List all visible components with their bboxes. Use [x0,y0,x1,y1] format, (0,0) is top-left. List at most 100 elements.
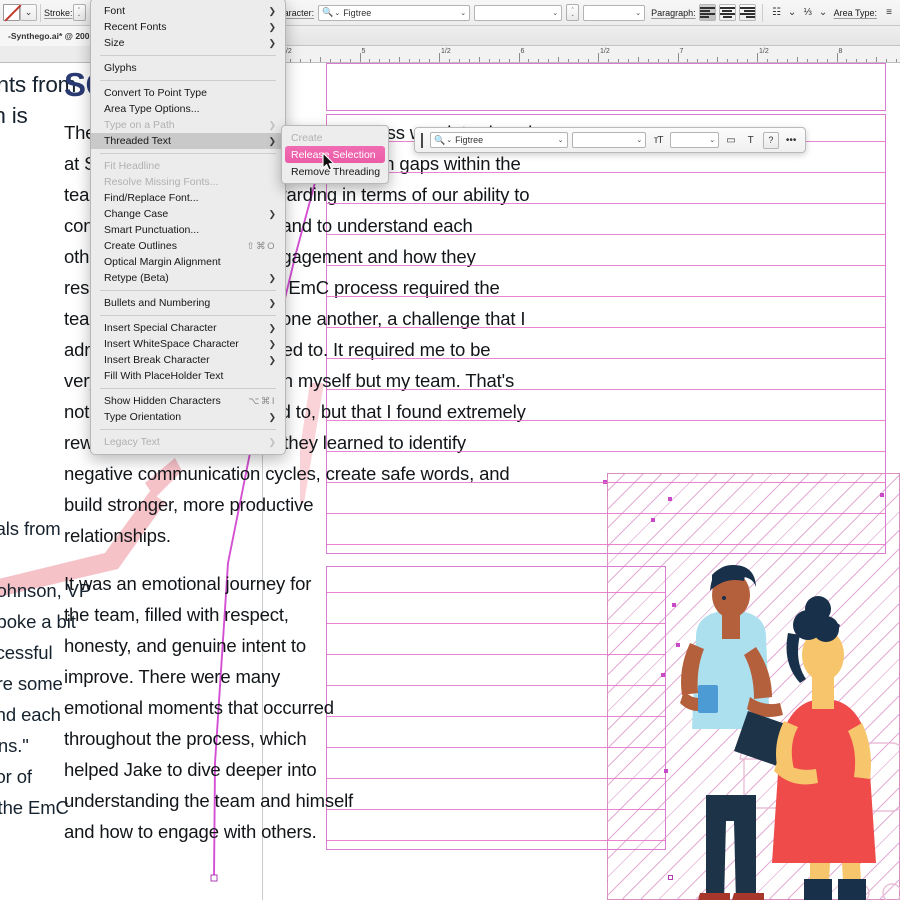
menu-item-label: Fit Headline [104,160,161,172]
people-illustration[interactable] [660,563,900,900]
chevron-down-icon[interactable]: ⌄ [633,136,642,144]
search-icon: 🔍 [433,134,446,145]
ruler-tick [478,57,480,62]
font-style-input[interactable]: ⌄ [474,4,563,21]
submenu-item-remove-threading[interactable]: Remove Threading [282,163,388,180]
text-selection-underline [327,716,665,717]
font-family-input[interactable]: 🔍 ⌄ Figtree ⌄ [318,4,471,21]
menu-item-threaded-text[interactable]: Threaded Text ❯ [91,133,285,149]
ruler-tick [816,59,818,62]
chevron-down-icon[interactable]: ⌄ [819,4,828,21]
ruler-tick [607,59,609,62]
menu-item-insert-special-character[interactable]: Insert Special Character ❯ [91,320,285,336]
paragraph-label[interactable]: Paragraph: [651,8,696,18]
menu-item-find-replace-font[interactable]: Find/Replace Font... [91,190,285,206]
align-right-icon[interactable] [738,4,756,21]
menu-item-label: Create Outlines [104,240,177,252]
ruler-tick [776,59,778,62]
menu-item-insert-whitespace-character[interactable]: Insert WhiteSpace Character ❯ [91,336,285,352]
menu-item-label: Font [104,5,126,17]
toolbar-drag-handle[interactable] [421,132,423,148]
stroke-stepper[interactable]: ⌃ ⌄ [72,4,86,21]
chevron-down-icon[interactable]: ⌄ [632,9,641,17]
path-anchor-point[interactable] [672,603,676,607]
path-anchor-point[interactable] [661,673,665,677]
more-options-icon[interactable]: ••• [783,132,799,149]
stroke-group: ⌄ Stroke: ⌃ ⌄ [0,0,89,25]
ruler-tick [429,59,431,62]
type-menu[interactable]: Font ❯ Recent Fonts ❯ Size ❯ Glyphs Conv… [90,0,286,455]
type-tool-icon[interactable]: T [743,132,759,149]
threaded-text-submenu[interactable]: Create Release Selection Remove Threadin… [281,125,389,184]
font-size-stepper[interactable]: ⌃ ⌄ [566,4,580,21]
menu-item-label: Recent Fonts [104,21,167,33]
ruler-tick [498,59,500,62]
path-anchor-point[interactable] [668,875,673,880]
menu-item-bullets-and-numbering[interactable]: Bullets and Numbering ❯ [91,295,285,311]
ruler-tick [448,59,450,62]
contextual-type-toolbar[interactable]: 🔍 ⌄ Figtree ⌄ ⌄ тT ⌄ ▭ T ? ••• [414,127,806,153]
menu-item-retype-beta[interactable]: Retype (Beta) ❯ [91,270,285,286]
menu-item-label: Find/Replace Font... [104,192,199,204]
path-anchor-point[interactable] [880,493,884,497]
area-type-label[interactable]: Area Type: [834,8,877,18]
menu-item-label: Glyphs [104,62,137,74]
path-anchor-point[interactable] [668,497,672,501]
ruler-label: 1/2 [600,48,610,55]
text-frame-icon[interactable]: ▭ [723,132,739,149]
stroke-label[interactable]: Stroke: [44,8,73,18]
menu-item-smart-punctuation[interactable]: Smart Punctuation... [91,222,285,238]
numbered-list-icon[interactable]: ⅓ [800,4,816,21]
menu-item-convert-to-point-type[interactable]: Convert To Point Type [91,85,285,101]
menu-item-area-type-options[interactable]: Area Type Options... [91,101,285,117]
float-font-family-input[interactable]: 🔍 ⌄ Figtree ⌄ [429,132,568,148]
menu-item-label: Threaded Text [104,135,171,147]
path-anchor-point[interactable] [664,769,668,773]
chevron-down-icon[interactable]: ⌄ [788,4,797,21]
text-selection-underline [327,420,885,421]
help-icon[interactable]: ? [762,131,780,149]
text-line: improve. There were many [64,666,281,687]
menu-item-create-outlines[interactable]: Create Outlines ⇧⌘O [91,238,285,254]
menu-item-font[interactable]: Font ❯ [91,3,285,19]
bulleted-list-icon[interactable]: ☷ [769,4,785,21]
path-anchor-point[interactable] [676,643,680,647]
float-font-size-input[interactable]: ⌄ [669,132,720,148]
text-line: negative communication cycles, create sa… [64,463,510,484]
chevron-right-icon: ❯ [268,322,276,333]
float-font-style-input[interactable]: ⌄ [571,132,647,148]
chevron-down-icon[interactable]: ⌄ [457,9,466,17]
menu-item-label: Show Hidden Characters [104,395,221,407]
menu-item-recent-fonts[interactable]: Recent Fonts ❯ [91,19,285,35]
menu-item-show-hidden-characters[interactable]: Show Hidden Characters ⌥⌘I [91,393,285,409]
chevron-right-icon: ❯ [268,338,276,349]
no-stroke-swatch-icon[interactable] [3,4,20,21]
character-group: Character: 🔍 ⌄ Figtree ⌄ ⌄ ⌃ ⌄ ⌄ [269,0,648,25]
menu-item-size[interactable]: Size ❯ [91,35,285,51]
chevron-down-icon[interactable]: ⌄ [555,136,564,144]
chevron-down-icon[interactable]: ⌄ [706,136,715,144]
menu-item-fill-with-placeholder-text[interactable]: Fill With PlaceHolder Text [91,368,285,384]
menu-item-label: Fill With PlaceHolder Text [104,370,224,382]
menu-item-label: Create [291,131,323,144]
text-selection-underline [327,296,885,297]
ruler-tick [707,59,709,62]
align-left-icon[interactable] [698,4,716,21]
hamburger-icon[interactable]: ≡ [881,4,897,21]
ruler-tick [389,59,391,62]
ruler-tick [558,57,560,62]
menu-item-glyphs[interactable]: Glyphs [91,60,285,76]
chevron-down-icon[interactable]: ⌄ [20,4,37,21]
menu-item-optical-margin-alignment[interactable]: Optical Margin Alignment [91,254,285,270]
menu-item-type-orientation[interactable]: Type Orientation ❯ [91,409,285,425]
align-center-icon[interactable] [718,4,736,21]
chevron-down-icon[interactable]: ⌄ [549,9,558,17]
submenu-item-release-selection[interactable]: Release Selection [285,146,385,163]
menu-item-insert-break-character[interactable]: Insert Break Character ❯ [91,352,285,368]
ruler-tick [886,59,888,62]
heading-text-frame[interactable] [326,63,886,111]
path-anchor-point[interactable] [651,518,655,522]
font-size-input[interactable]: ⌄ [583,4,646,21]
menu-item-change-case[interactable]: Change Case ❯ [91,206,285,222]
paragraph-two[interactable]: It was an emotional journey for the team… [64,568,404,847]
